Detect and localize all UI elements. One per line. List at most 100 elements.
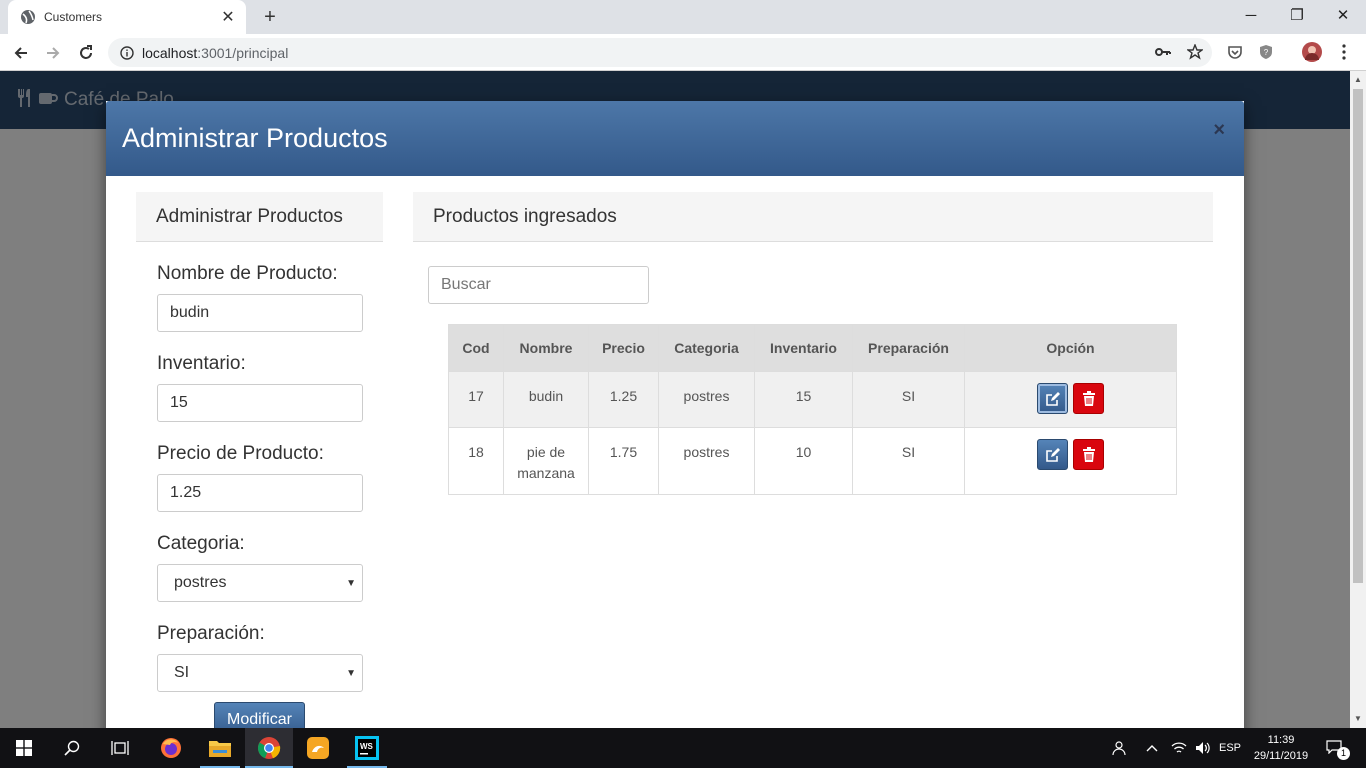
cell-categoria: postres [658,371,755,428]
address-bar[interactable]: localhost:3001/principal [108,38,1212,67]
caret-down-icon: ▼ [346,577,356,589]
cell-preparacion: SI [852,427,965,495]
wifi-icon[interactable] [1168,728,1190,768]
svg-text:?: ? [1264,48,1269,57]
start-button[interactable] [0,728,48,768]
people-icon[interactable] [1106,728,1130,768]
product-form: Nombre de Producto: budin Inventario: 15… [136,263,383,692]
file-explorer-app[interactable] [196,728,244,768]
cell-cod: 18 [448,427,504,495]
page-scrollbar[interactable]: ▲ ▼ [1350,71,1366,728]
uc-browser-app[interactable] [294,728,342,768]
task-view-button[interactable] [96,728,144,768]
firefox-app[interactable] [147,728,195,768]
table-row[interactable]: 18 pie de manzana 1.75 postres 10 SI [448,427,1177,495]
edit-icon [1045,391,1060,406]
scroll-down-icon[interactable]: ▼ [1353,714,1363,724]
cell-opcion [964,371,1177,428]
reload-button[interactable] [73,40,99,66]
browser-tab[interactable]: Customers ✕ [8,0,246,34]
key-icon[interactable] [1153,42,1173,62]
search-input[interactable]: Buscar [428,266,649,304]
cell-nombre: pie de manzana [503,427,589,495]
inventario-input[interactable]: 15 [157,384,363,422]
close-window-button[interactable]: ✕ [1320,0,1366,30]
edit-button[interactable] [1037,383,1068,414]
scroll-up-icon[interactable]: ▲ [1353,75,1363,85]
volume-icon[interactable] [1192,728,1214,768]
search-placeholder: Buscar [441,276,491,293]
edit-button[interactable] [1037,439,1068,470]
tab-title: Customers [44,10,103,24]
clock[interactable]: 11:39 29/11/2019 [1238,732,1324,764]
trash-icon [1082,446,1095,462]
delete-button[interactable] [1073,383,1104,414]
shield-icon[interactable]: ? [1256,42,1276,62]
pocket-icon[interactable] [1225,42,1245,62]
col-opcion: Opción [964,324,1177,372]
notifications-button[interactable]: 1 [1322,728,1350,768]
modificar-button[interactable]: Modificar [214,702,305,728]
back-button[interactable] [8,40,34,66]
delete-button[interactable] [1073,439,1104,470]
categoria-select[interactable]: postres ▼ [157,564,363,602]
star-icon[interactable] [1185,42,1205,62]
info-icon[interactable] [120,45,134,60]
preparacion-select[interactable]: SI ▼ [157,654,363,692]
reload-icon [80,45,92,59]
categoria-value: postres [174,574,227,591]
cell-preparacion: SI [852,371,965,428]
trash-icon [1082,390,1095,406]
chevron-up-icon[interactable] [1142,728,1162,768]
col-categoria: Categoria [658,324,755,372]
chrome-icon [257,737,281,759]
col-precio: Precio [588,324,659,372]
restore-button[interactable]: ❐ [1274,0,1320,30]
col-inventario: Inventario [754,324,853,372]
clock-time: 11:39 [1267,734,1295,746]
cell-precio: 1.25 [588,371,659,428]
svg-text:WS: WS [360,742,374,751]
webstorm-app[interactable]: WS [343,728,391,768]
task-view-icon [111,741,129,755]
notification-icon: 1 [1326,740,1350,760]
minimize-button[interactable]: ─ [1228,0,1274,30]
form-panel-heading: Administrar Productos [136,192,383,242]
table-row[interactable]: 17 budin 1.25 postres 15 SI [448,371,1177,428]
product-form-panel: Administrar Productos Nombre de Producto… [136,192,383,692]
modal-title: Administrar Productos [122,123,388,153]
menu-icon[interactable] [1334,42,1354,62]
cell-opcion [964,427,1177,495]
webstorm-icon: WS [355,736,379,760]
inventario-label: Inventario: [157,353,246,374]
nombre-input[interactable]: budin [157,294,363,332]
edit-icon [1045,447,1060,462]
precio-input[interactable]: 1.25 [157,474,363,512]
modal-header: Administrar Productos × [106,101,1244,176]
uc-browser-icon [307,737,329,759]
precio-value: 1.25 [170,484,202,501]
cell-inventario: 15 [754,371,853,428]
col-nombre: Nombre [503,324,589,372]
products-modal: Administrar Productos × Administrar Prod… [106,101,1244,728]
nombre-value: budin [170,304,210,321]
cell-inventario: 10 [754,427,853,495]
col-preparacion: Preparación [852,324,965,372]
folder-icon [209,741,231,757]
windows-taskbar: WS ESP 11:39 29/11/2019 1 [0,728,1366,768]
firefox-icon [161,738,181,758]
avatar[interactable] [1302,42,1322,62]
forward-button[interactable] [40,40,66,66]
clock-date: 29/11/2019 [1253,750,1309,762]
search-button[interactable] [48,728,96,768]
close-modal-button[interactable]: × [1213,119,1225,142]
close-tab-icon[interactable]: ✕ [220,7,236,27]
url-host: localhost [142,44,198,61]
categoria-label: Categoria: [157,533,245,554]
caret-down-icon: ▼ [346,667,356,679]
scrollbar-thumb[interactable] [1353,89,1363,583]
chrome-app[interactable] [245,728,293,768]
cell-cod: 17 [448,371,504,428]
page-viewport: Café de Palo Administrar Productos × Adm… [0,71,1350,728]
new-tab-button[interactable]: + [257,4,283,30]
